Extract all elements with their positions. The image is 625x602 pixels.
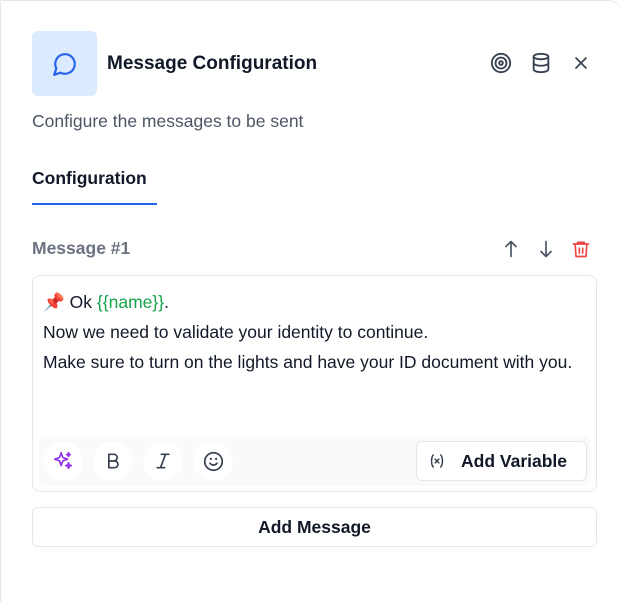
tab-configuration[interactable]: Configuration bbox=[32, 167, 157, 205]
message-line-1: 📌 Ok {{name}}. bbox=[43, 292, 169, 312]
add-message-button[interactable]: Add Message bbox=[32, 507, 597, 547]
message-line-3: Make sure to turn on the lights and have… bbox=[43, 352, 573, 372]
database-icon[interactable] bbox=[529, 51, 553, 75]
message-configuration-panel: Message Configuration Configure the mess… bbox=[0, 0, 625, 602]
message-editor[interactable]: 📌 Ok {{name}}. Now we need to validate y… bbox=[32, 275, 597, 492]
bold-icon[interactable] bbox=[93, 441, 133, 481]
message-label: Message #1 bbox=[32, 238, 131, 258]
pin-icon: 📌 bbox=[43, 292, 65, 312]
panel-subtitle: Configure the messages to be sent bbox=[32, 111, 304, 131]
message-text[interactable]: 📌 Ok {{name}}. Now we need to validate y… bbox=[43, 287, 583, 377]
emoji-icon[interactable] bbox=[193, 441, 233, 481]
variable-icon bbox=[428, 452, 446, 470]
panel-title: Message Configuration bbox=[107, 53, 318, 74]
add-variable-label: Add Variable bbox=[461, 450, 568, 471]
italic-icon[interactable] bbox=[143, 441, 183, 481]
add-variable-button[interactable]: Add Variable bbox=[416, 441, 587, 481]
sparkles-icon[interactable] bbox=[43, 441, 83, 481]
close-icon[interactable] bbox=[569, 51, 593, 75]
message-line-2: Now we need to validate your identity to… bbox=[43, 322, 429, 342]
move-up-icon[interactable] bbox=[500, 237, 522, 261]
trash-icon[interactable] bbox=[570, 237, 592, 261]
move-down-icon[interactable] bbox=[535, 237, 557, 261]
editor-toolbar: Add Variable bbox=[39, 436, 590, 486]
chat-bubble-icon bbox=[32, 31, 97, 96]
target-icon[interactable] bbox=[489, 51, 513, 75]
variable-token[interactable]: {{name}} bbox=[97, 292, 164, 312]
